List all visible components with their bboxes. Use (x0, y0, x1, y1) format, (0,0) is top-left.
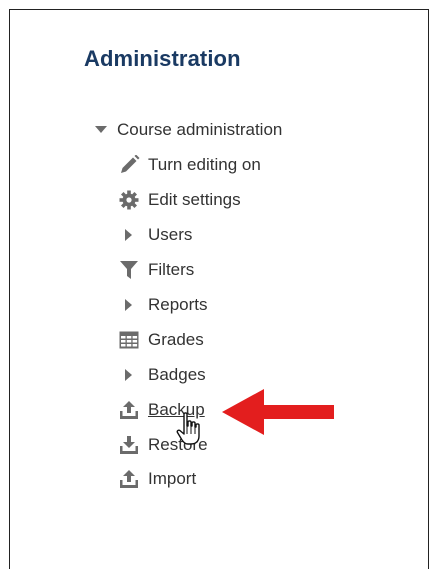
course-admin-tree: Course administration Turn editing on Ed… (0, 0, 431, 561)
filters-label[interactable]: Filters (148, 260, 194, 280)
edit-settings-label[interactable]: Edit settings (148, 190, 241, 210)
gear-icon (118, 190, 140, 210)
caret-right-icon[interactable] (118, 295, 140, 315)
caret-right-icon[interactable] (118, 225, 140, 245)
pencil-icon (118, 155, 140, 175)
table-icon (118, 330, 140, 350)
filters-item[interactable]: Filters (118, 257, 194, 283)
grades-item[interactable]: Grades (118, 327, 204, 353)
hand-pointer-icon (176, 412, 204, 451)
turn-editing-on-item[interactable]: Turn editing on (118, 152, 261, 178)
users-label[interactable]: Users (148, 225, 192, 245)
download-icon (118, 435, 140, 455)
left-arrow-icon (222, 389, 334, 440)
badges-node[interactable]: Badges (118, 362, 206, 388)
course-administration-node[interactable]: Course administration (93, 117, 282, 143)
turn-editing-on-label[interactable]: Turn editing on (148, 155, 261, 175)
grades-label[interactable]: Grades (148, 330, 204, 350)
caret-right-icon[interactable] (118, 365, 140, 385)
upload-icon (118, 469, 140, 489)
users-node[interactable]: Users (118, 222, 192, 248)
reports-label[interactable]: Reports (148, 295, 208, 315)
filter-icon (118, 260, 140, 280)
reports-node[interactable]: Reports (118, 292, 208, 318)
caret-down-icon[interactable] (93, 120, 109, 140)
badges-label[interactable]: Badges (148, 365, 206, 385)
import-label[interactable]: Import (148, 469, 196, 489)
upload-icon (118, 400, 140, 420)
course-administration-label[interactable]: Course administration (117, 120, 282, 140)
edit-settings-item[interactable]: Edit settings (118, 187, 241, 213)
import-item[interactable]: Import (118, 466, 196, 492)
